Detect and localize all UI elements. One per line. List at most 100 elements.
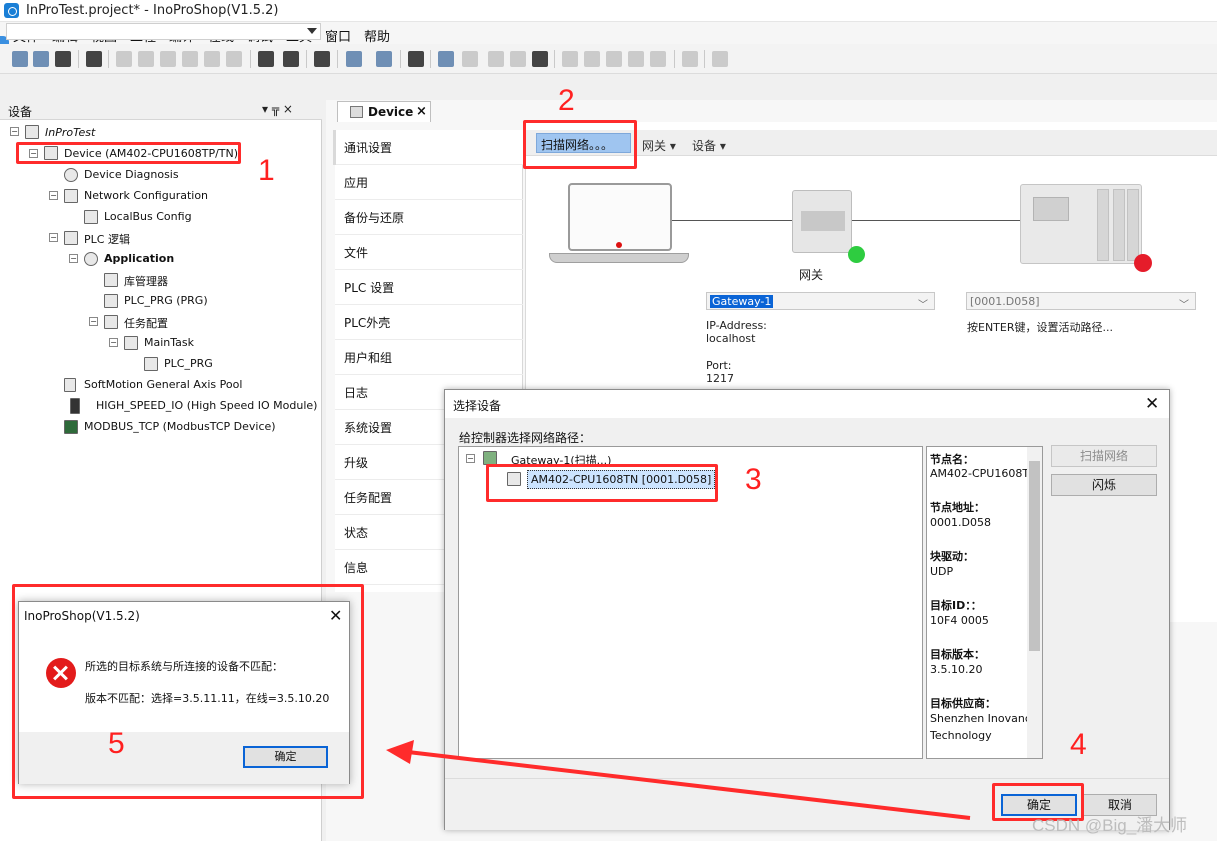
insert-icon[interactable] [376, 51, 392, 67]
ip-label: IP-Address: [706, 319, 767, 332]
tree-library[interactable]: 库管理器 [124, 273, 168, 289]
save-icon[interactable] [55, 51, 71, 67]
options-icon[interactable] [712, 51, 728, 67]
delete-icon[interactable] [226, 51, 242, 67]
expand-toggle[interactable]: − [89, 317, 98, 326]
gateway-caption: 网关 [799, 268, 824, 282]
logout-icon[interactable] [462, 51, 478, 67]
expand-toggle[interactable]: − [49, 233, 58, 242]
device-combo[interactable]: [0001.D058] ﹀ [966, 292, 1196, 311]
project-root-combo[interactable] [6, 23, 321, 40]
tree-device-diagnosis[interactable]: Device Diagnosis [84, 168, 179, 181]
scroll-thumb[interactable] [1029, 461, 1040, 651]
device-offline-icon [1134, 254, 1152, 272]
login-icon[interactable] [438, 51, 454, 67]
cut-icon[interactable] [160, 51, 176, 67]
device-tab-icon [350, 106, 363, 118]
nav-users[interactable]: 用户和组 [335, 340, 523, 375]
build-icon[interactable] [408, 51, 424, 67]
computer-indicator [616, 242, 622, 248]
run-icon[interactable] [488, 51, 504, 67]
nav-plc-settings[interactable]: PLC 设置 [335, 270, 523, 305]
tree-application[interactable]: Application [104, 252, 174, 265]
redo-icon[interactable] [138, 51, 154, 67]
copy-icon[interactable] [182, 51, 198, 67]
device-combo-value: [0001.D058] [970, 295, 1040, 308]
modbus-icon [64, 420, 78, 434]
tree-plc-prg[interactable]: PLC_PRG (PRG) [124, 294, 208, 307]
prop-label: 块驱动： [930, 550, 974, 563]
tree-root[interactable]: InProTest [45, 126, 95, 139]
tree-softmotion[interactable]: SoftMotion General Axis Pool [84, 378, 242, 391]
properties-scrollbar[interactable] [1027, 447, 1042, 758]
menu-help[interactable]: 帮助 [364, 26, 390, 45]
io-module-icon [70, 398, 80, 414]
step-into-icon[interactable] [584, 51, 600, 67]
prop-value: AM402-CPU1608TN [930, 467, 1038, 480]
expand-toggle[interactable]: − [466, 454, 475, 463]
open-folder-icon[interactable] [33, 51, 49, 67]
expand-toggle[interactable]: − [69, 254, 78, 263]
replace-icon[interactable] [283, 51, 299, 67]
step-icon[interactable] [562, 51, 578, 67]
tree-task-config[interactable]: 任务配置 [124, 315, 168, 331]
panel-controls[interactable]: ▾ ╦ × [262, 102, 293, 116]
step-out-icon[interactable] [606, 51, 622, 67]
find-icon[interactable] [258, 51, 274, 67]
title-bar: InProTest.project* - InoProShop(V1.5.2) [0, 0, 1217, 22]
reset-icon[interactable] [532, 51, 548, 67]
forward-icon[interactable] [682, 51, 698, 67]
stop-icon[interactable] [510, 51, 526, 67]
undo-icon[interactable] [116, 51, 132, 67]
library-icon [104, 273, 118, 287]
window-icon[interactable] [314, 51, 330, 67]
device-menu[interactable]: 设备 ▾ [692, 137, 726, 154]
nav-plc-shell[interactable]: PLC外壳 [335, 305, 523, 340]
tree-plc-logic[interactable]: PLC 逻辑 [84, 231, 130, 247]
device-panel-title: 设备 [8, 105, 33, 119]
new-file-icon[interactable] [12, 51, 28, 67]
nav-application[interactable]: 应用 [335, 165, 523, 200]
tree-localbus[interactable]: LocalBus Config [104, 210, 192, 223]
chevron-down-icon: ﹀ [918, 300, 928, 311]
dialog-caption: 选择设备 ✕ [445, 390, 1169, 418]
nav-label: 系统设置 [344, 421, 393, 435]
tree-modbus[interactable]: MODBUS_TCP (ModbusTCP Device) [84, 420, 276, 433]
gateway-node-icon [483, 451, 497, 465]
menu-window[interactable]: 窗口 [325, 26, 351, 45]
step-over-icon[interactable] [628, 51, 644, 67]
annotation-number-2: 2 [558, 84, 575, 117]
nav-backup[interactable]: 备份与还原 [335, 200, 523, 235]
diagnosis-icon [64, 168, 78, 182]
task-icon [124, 336, 138, 350]
link-line [852, 220, 1020, 221]
blink-button[interactable]: 闪烁 [1051, 474, 1157, 496]
tree-main-task[interactable]: MainTask [144, 336, 194, 349]
tree-plc-prg-call[interactable]: PLC_PRG [164, 357, 213, 370]
arrow-shaft [407, 750, 971, 820]
annotation-box-2 [523, 120, 637, 169]
nav-comm-settings[interactable]: 通讯设置 [333, 130, 523, 165]
prop-value: 10F4 0005 [930, 614, 989, 627]
expand-toggle[interactable]: − [10, 127, 19, 136]
nav-files[interactable]: 文件 [335, 235, 523, 270]
expand-toggle[interactable]: − [49, 191, 58, 200]
gateway-combo[interactable]: Gateway-1 ﹀ [706, 292, 935, 311]
expand-toggle[interactable]: − [109, 338, 118, 347]
print-icon[interactable] [86, 51, 102, 67]
breakpoint-icon[interactable] [650, 51, 666, 67]
close-icon[interactable]: ✕ [1145, 394, 1159, 414]
close-icon[interactable]: × [416, 104, 427, 119]
add-object-icon[interactable] [346, 51, 362, 67]
chevron-down-icon [307, 28, 317, 34]
nav-label: 任务配置 [344, 491, 393, 505]
tree-network-config[interactable]: Network Configuration [84, 189, 208, 202]
paste-icon[interactable] [204, 51, 220, 67]
tab-device[interactable]: Device × [337, 101, 431, 122]
ip-value: localhost [706, 332, 756, 345]
nav-label: 应用 [344, 176, 369, 190]
project-icon [25, 125, 39, 139]
tree-high-speed-io[interactable]: HIGH_SPEED_IO (High Speed IO Module) [96, 399, 317, 412]
gateway-menu[interactable]: 网关 ▾ [642, 137, 676, 154]
dialog-scan-button[interactable]: 扫描网络 [1051, 445, 1157, 467]
